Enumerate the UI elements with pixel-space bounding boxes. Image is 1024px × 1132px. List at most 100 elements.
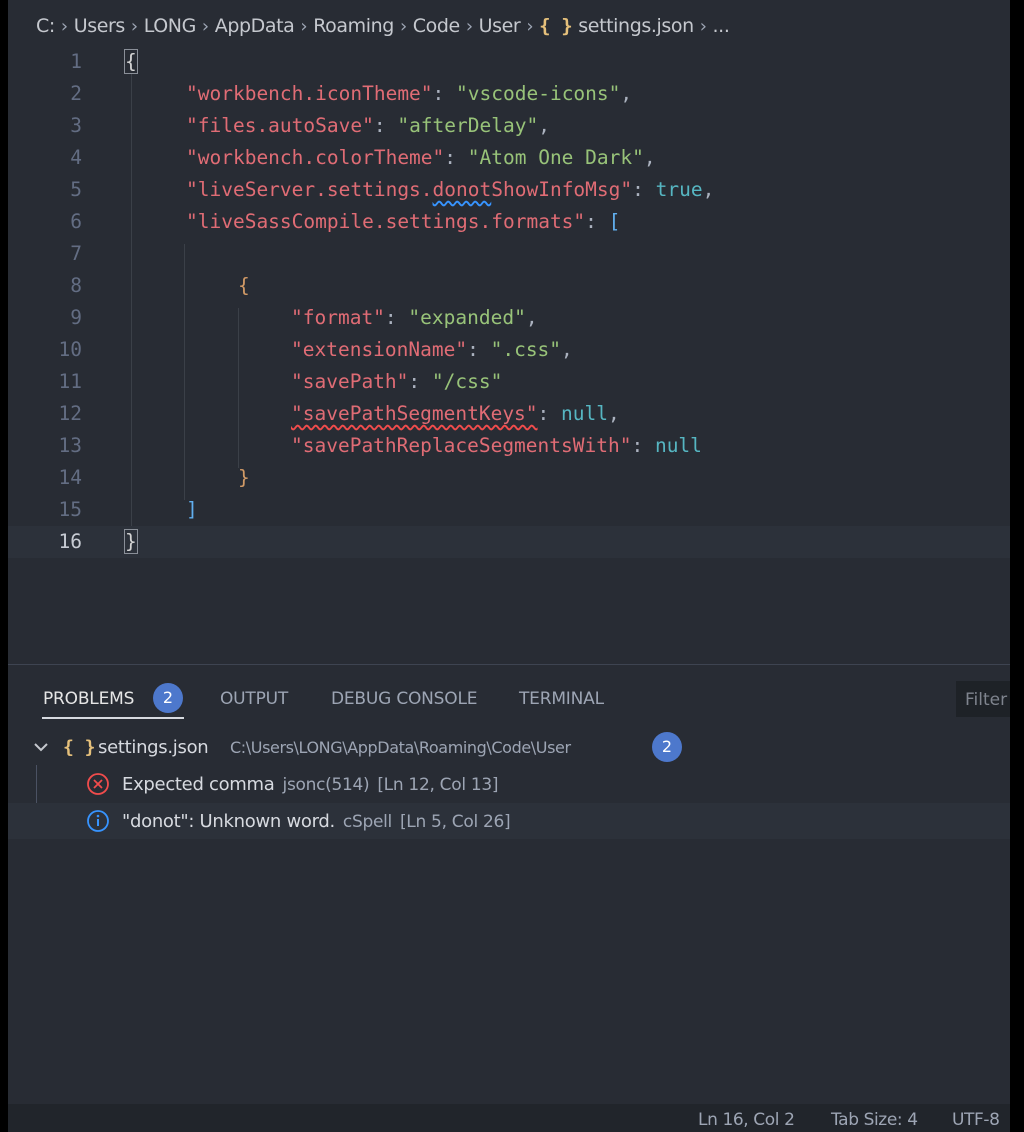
problem-message: "donot": Unknown word. cSpell [Ln 5, Col 2…: [122, 810, 511, 832]
json-file-icon: { }: [63, 736, 96, 758]
filter-input[interactable]: Filter: [956, 681, 1010, 717]
code-line-current[interactable]: 16 }: [8, 526, 1010, 558]
colon: :: [632, 178, 656, 201]
breadcrumb-item-file[interactable]: settings.json: [578, 15, 694, 37]
line-number: 13: [58, 434, 82, 457]
line-number: 10: [58, 338, 82, 361]
code-line[interactable]: 7: [8, 238, 1010, 270]
breadcrumb-item-user[interactable]: User: [479, 15, 521, 37]
problem-message: Expected comma jsonc(514) [Ln 12, Col 13]: [122, 773, 499, 795]
code-line[interactable]: 11 "savePath": "/css": [8, 366, 1010, 398]
json-key: "savePath": [291, 370, 409, 393]
breadcrumb-item-drive[interactable]: C:: [36, 15, 55, 37]
json-key: "files.autoSave": [186, 114, 374, 137]
code-line[interactable]: 8 {: [8, 270, 1010, 302]
json-key: "format": [291, 306, 385, 329]
problems-file-name: settings.json: [98, 736, 209, 758]
line-number: 6: [70, 210, 82, 233]
line-number: 11: [58, 370, 82, 393]
json-boolean: true: [655, 178, 703, 201]
comma: ,: [561, 338, 573, 361]
tab-problems[interactable]: PROBLEMS: [43, 689, 134, 709]
breadcrumb-more[interactable]: ...: [713, 15, 730, 37]
code-line[interactable]: 6 "liveSassCompile.settings.formats": [: [8, 206, 1010, 238]
error-icon: [87, 773, 109, 795]
json-null: null: [561, 402, 608, 425]
tab-output[interactable]: OUTPUT: [220, 689, 288, 709]
comma: ,: [608, 402, 620, 425]
line-number: 16: [58, 530, 82, 553]
code-line[interactable]: 4 "workbench.colorTheme": "Atom One Dark…: [8, 142, 1010, 174]
problem-position: [Ln 5, Col 26]: [399, 811, 511, 832]
breadcrumb-item-users[interactable]: Users: [74, 15, 126, 37]
problems-file-group[interactable]: { } settings.json C:\Users\LONG\AppData\…: [8, 729, 1010, 765]
json-null: null: [654, 434, 702, 457]
colon: :: [373, 114, 398, 137]
colon: :: [537, 402, 562, 425]
json-key: "liveServer.settings.: [186, 178, 433, 201]
error-key[interactable]: "savePathSegmentKeys": [291, 402, 538, 425]
colon: :: [631, 434, 655, 457]
code-line[interactable]: 2 "workbench.iconTheme": "vscode-icons",: [8, 78, 1010, 110]
json-file-icon: { }: [539, 15, 573, 37]
colon: :: [444, 146, 468, 169]
code-line[interactable]: 12 "savePathSegmentKeys": null,: [8, 398, 1010, 430]
brace: }: [238, 466, 250, 489]
problem-text: "donot": Unknown word.: [122, 810, 335, 832]
line-number: 5: [70, 178, 82, 201]
status-tab-size[interactable]: Tab Size: 4: [831, 1110, 918, 1130]
comma: ,: [620, 82, 633, 105]
colon: :: [384, 306, 409, 329]
breadcrumb-item-long[interactable]: LONG: [144, 15, 197, 37]
json-key: "liveSassCompile.settings.formats": [186, 210, 586, 233]
status-cursor-position[interactable]: Ln 16, Col 2: [698, 1110, 795, 1130]
spelling-warning[interactable]: donot: [433, 178, 492, 201]
problem-item-info[interactable]: "donot": Unknown word. cSpell [Ln 5, Col 2…: [8, 803, 1010, 839]
json-string: "vscode-icons": [456, 82, 621, 105]
json-key: "extensionName": [291, 338, 468, 361]
brace: }: [124, 529, 138, 554]
code-line[interactable]: 15 ]: [8, 494, 1010, 526]
colon: :: [467, 338, 491, 361]
problems-count-badge: 2: [153, 683, 183, 713]
json-string: "Atom One Dark": [467, 146, 644, 169]
code-line[interactable]: 3 "files.autoSave": "afterDelay",: [8, 110, 1010, 142]
bracket: ]: [186, 498, 198, 521]
code-editor[interactable]: 1 { 2 "workbench.iconTheme": "vscode-ico…: [8, 44, 1010, 624]
json-string: "/css": [431, 370, 503, 393]
json-string: ".css": [490, 338, 562, 361]
tab-terminal[interactable]: TERMINAL: [519, 689, 604, 709]
breadcrumb-item-code[interactable]: Code: [413, 15, 460, 37]
chevron-right-icon: ›: [60, 15, 68, 37]
breadcrumb-item-appdata[interactable]: AppData: [215, 15, 295, 37]
problem-text: Expected comma: [122, 773, 275, 795]
json-string: "afterDelay": [397, 114, 539, 137]
code-line[interactable]: 9 "format": "expanded",: [8, 302, 1010, 334]
chevron-right-icon: ›: [465, 15, 473, 37]
code-line[interactable]: 5 "liveServer.settings.donotShowInfoMsg"…: [8, 174, 1010, 206]
chevron-down-icon[interactable]: [32, 738, 50, 756]
problem-source: cSpell: [342, 811, 392, 832]
code-line[interactable]: 1 {: [8, 46, 1010, 78]
tab-debug-console[interactable]: DEBUG CONSOLE: [331, 689, 477, 709]
line-number: 4: [70, 146, 82, 169]
problem-source: jsonc(514): [282, 774, 370, 795]
json-key: "savePathReplaceSegmentsWith": [291, 434, 632, 457]
line-number: 15: [58, 498, 82, 521]
bracket: [: [608, 210, 621, 233]
brace: {: [238, 274, 250, 297]
bottom-panel: PROBLEMS 2 OUTPUT DEBUG CONSOLE TERMINAL…: [8, 664, 1010, 1105]
breadcrumb-item-roaming[interactable]: Roaming: [313, 15, 394, 37]
problem-item-error[interactable]: Expected comma jsonc(514) [Ln 12, Col 13]: [8, 766, 1010, 802]
line-number: 12: [58, 402, 82, 425]
status-encoding[interactable]: UTF-8: [952, 1110, 1000, 1130]
line-number: 3: [70, 114, 82, 137]
status-bar: Ln 16, Col 2 Tab Size: 4 UTF-8: [8, 1104, 1010, 1132]
line-number: 2: [70, 82, 82, 105]
chevron-right-icon: ›: [699, 15, 707, 37]
json-string: "expanded": [408, 306, 526, 329]
code-line[interactable]: 13 "savePathReplaceSegmentsWith": null: [8, 430, 1010, 462]
panel-tabs: PROBLEMS 2 OUTPUT DEBUG CONSOLE TERMINAL…: [8, 665, 1010, 731]
code-line[interactable]: 10 "extensionName": ".css",: [8, 334, 1010, 366]
code-line[interactable]: 14 }: [8, 462, 1010, 494]
